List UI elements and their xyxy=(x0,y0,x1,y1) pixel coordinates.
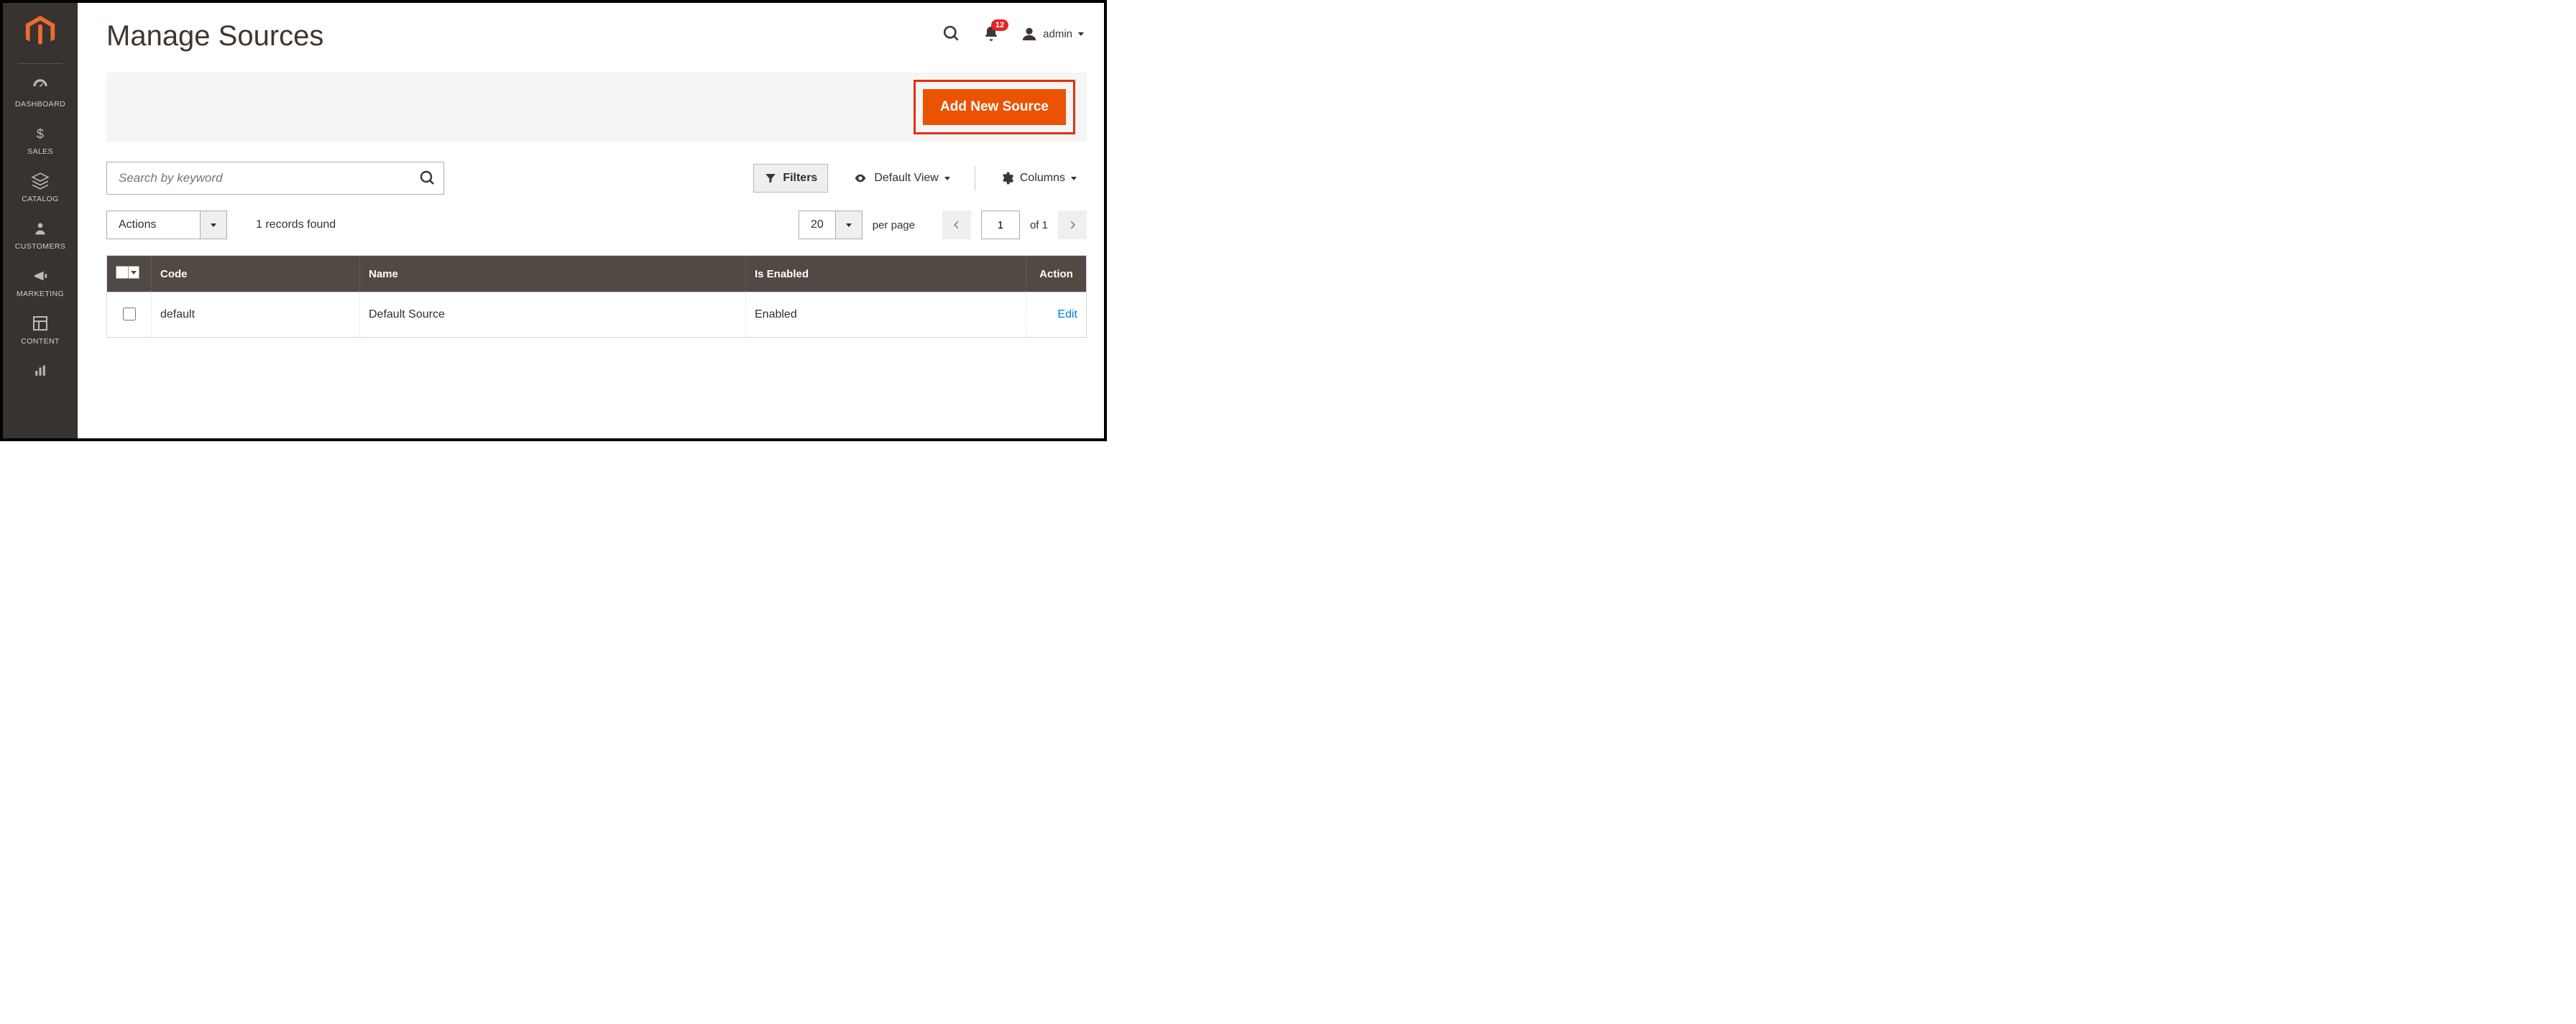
chevron-down-icon xyxy=(1071,177,1077,180)
table-row[interactable]: default Default Source Enabled Edit xyxy=(107,292,1087,338)
default-view-button[interactable]: Default View xyxy=(842,165,960,192)
pager-of-label: of 1 xyxy=(1030,219,1048,231)
catalog-icon xyxy=(29,172,51,190)
select-all-checkbox[interactable] xyxy=(116,266,129,279)
mass-actions-trigger[interactable] xyxy=(200,211,227,239)
chevron-down-icon xyxy=(211,223,216,227)
content-icon xyxy=(29,314,51,333)
sidebar-item-label: MARKETING xyxy=(17,290,64,298)
pager: 20 per page of 1 xyxy=(799,211,1087,239)
table-header-action: Action xyxy=(1026,256,1087,292)
keyword-search xyxy=(106,162,444,195)
notification-badge: 12 xyxy=(991,19,1008,31)
sidebar-item-customers[interactable]: CUSTOMERS xyxy=(3,213,78,261)
records-found-label: 1 records found xyxy=(256,218,336,231)
keyword-search-button[interactable] xyxy=(419,170,436,187)
sidebar-item-label: CUSTOMERS xyxy=(15,242,66,251)
notifications-button[interactable]: 12 xyxy=(983,25,1000,42)
global-search-button[interactable] xyxy=(942,24,961,43)
gear-icon xyxy=(1000,171,1014,185)
sidebar-divider xyxy=(18,63,63,64)
filters-button[interactable]: Filters xyxy=(753,164,828,193)
row-select-cell xyxy=(107,292,152,338)
chevron-left-icon xyxy=(952,220,962,230)
sidebar-item-label: CATALOG xyxy=(22,195,58,203)
search-icon xyxy=(942,24,961,43)
table-header-name[interactable]: Name xyxy=(360,256,746,292)
table-header-select xyxy=(107,256,152,292)
sidebar-item-dashboard[interactable]: DASHBOARD xyxy=(3,71,78,119)
grid-view-tools: Filters Default View Columns xyxy=(753,164,1087,193)
magento-logo[interactable] xyxy=(19,10,62,53)
grid-toolbar-row-2: Actions 1 records found 20 per page of 1 xyxy=(106,211,1087,239)
sidebar-item-label: CONTENT xyxy=(21,337,60,346)
default-view-label: Default View xyxy=(874,172,939,185)
account-menu-button[interactable]: admin xyxy=(1021,26,1084,42)
chevron-down-icon xyxy=(944,177,950,180)
sidebar-item-marketing[interactable]: MARKETING xyxy=(3,261,78,308)
cell-action: Edit xyxy=(1026,292,1087,338)
sidebar-item-catalog[interactable]: CATALOG xyxy=(3,166,78,213)
table-header-code[interactable]: Code xyxy=(152,256,360,292)
main-content: Manage Sources 12 admin Add New Source xyxy=(78,3,1104,438)
filters-label: Filters xyxy=(783,172,817,185)
sidebar-item-label: SALES xyxy=(27,147,53,156)
mass-actions-label: Actions xyxy=(106,211,200,239)
cell-code: default xyxy=(152,292,360,338)
pager-page-input[interactable] xyxy=(981,211,1020,239)
sources-table: Code Name Is Enabled Action default Defa… xyxy=(106,255,1087,338)
chevron-down-icon xyxy=(846,223,852,227)
keyword-search-input[interactable] xyxy=(117,170,409,186)
chevron-down-icon xyxy=(1078,32,1084,36)
svg-text:$: $ xyxy=(37,126,45,142)
admin-sidebar: DASHBOARD $ SALES CATALOG CUSTOMERS MARK… xyxy=(3,3,78,438)
sidebar-item-reports[interactable] xyxy=(3,356,78,380)
pager-prev-button[interactable] xyxy=(942,211,971,239)
chevron-down-icon xyxy=(131,271,137,275)
sidebar-item-sales[interactable]: $ SALES xyxy=(3,119,78,166)
table-header-is-enabled[interactable]: Is Enabled xyxy=(746,256,1026,292)
sidebar-item-label: DASHBOARD xyxy=(15,100,65,109)
per-page-select[interactable]: 20 xyxy=(799,211,862,239)
funnel-icon xyxy=(764,172,777,185)
per-page-label: per page xyxy=(873,219,915,231)
cell-is-enabled: Enabled xyxy=(746,292,1026,338)
sidebar-item-content[interactable]: CONTENT xyxy=(3,308,78,356)
page-actions-bar: Add New Source xyxy=(106,73,1087,142)
table-header-row: Code Name Is Enabled Action xyxy=(107,256,1087,292)
edit-link[interactable]: Edit xyxy=(1057,308,1077,320)
page-title: Manage Sources xyxy=(106,20,323,52)
add-new-source-button[interactable]: Add New Source xyxy=(923,89,1066,125)
callout-highlight: Add New Source xyxy=(914,80,1075,134)
header-tools: 12 admin xyxy=(942,20,1087,43)
per-page-trigger[interactable] xyxy=(835,211,862,239)
dollar-icon: $ xyxy=(29,124,51,143)
chevron-right-icon xyxy=(1067,220,1077,230)
eye-icon xyxy=(852,172,868,184)
cell-name: Default Source xyxy=(360,292,746,338)
select-all-control[interactable] xyxy=(116,266,139,279)
customers-icon xyxy=(29,219,51,238)
user-icon xyxy=(1021,26,1037,42)
select-all-dropdown[interactable] xyxy=(129,266,139,279)
magento-logo-icon xyxy=(23,14,58,49)
dashboard-icon xyxy=(29,77,51,96)
reports-icon xyxy=(29,361,51,380)
pager-next-button[interactable] xyxy=(1058,211,1087,239)
account-user-label: admin xyxy=(1043,28,1072,40)
per-page-value: 20 xyxy=(799,211,835,239)
search-icon xyxy=(419,170,436,187)
row-checkbox[interactable] xyxy=(123,308,136,320)
columns-button[interactable]: Columns xyxy=(990,164,1087,193)
mass-actions-select[interactable]: Actions xyxy=(106,211,227,239)
topbar: Manage Sources 12 admin xyxy=(106,3,1087,52)
columns-label: Columns xyxy=(1020,172,1065,185)
grid-toolbar-row-1: Filters Default View Columns xyxy=(106,162,1087,195)
marketing-icon xyxy=(29,267,51,285)
